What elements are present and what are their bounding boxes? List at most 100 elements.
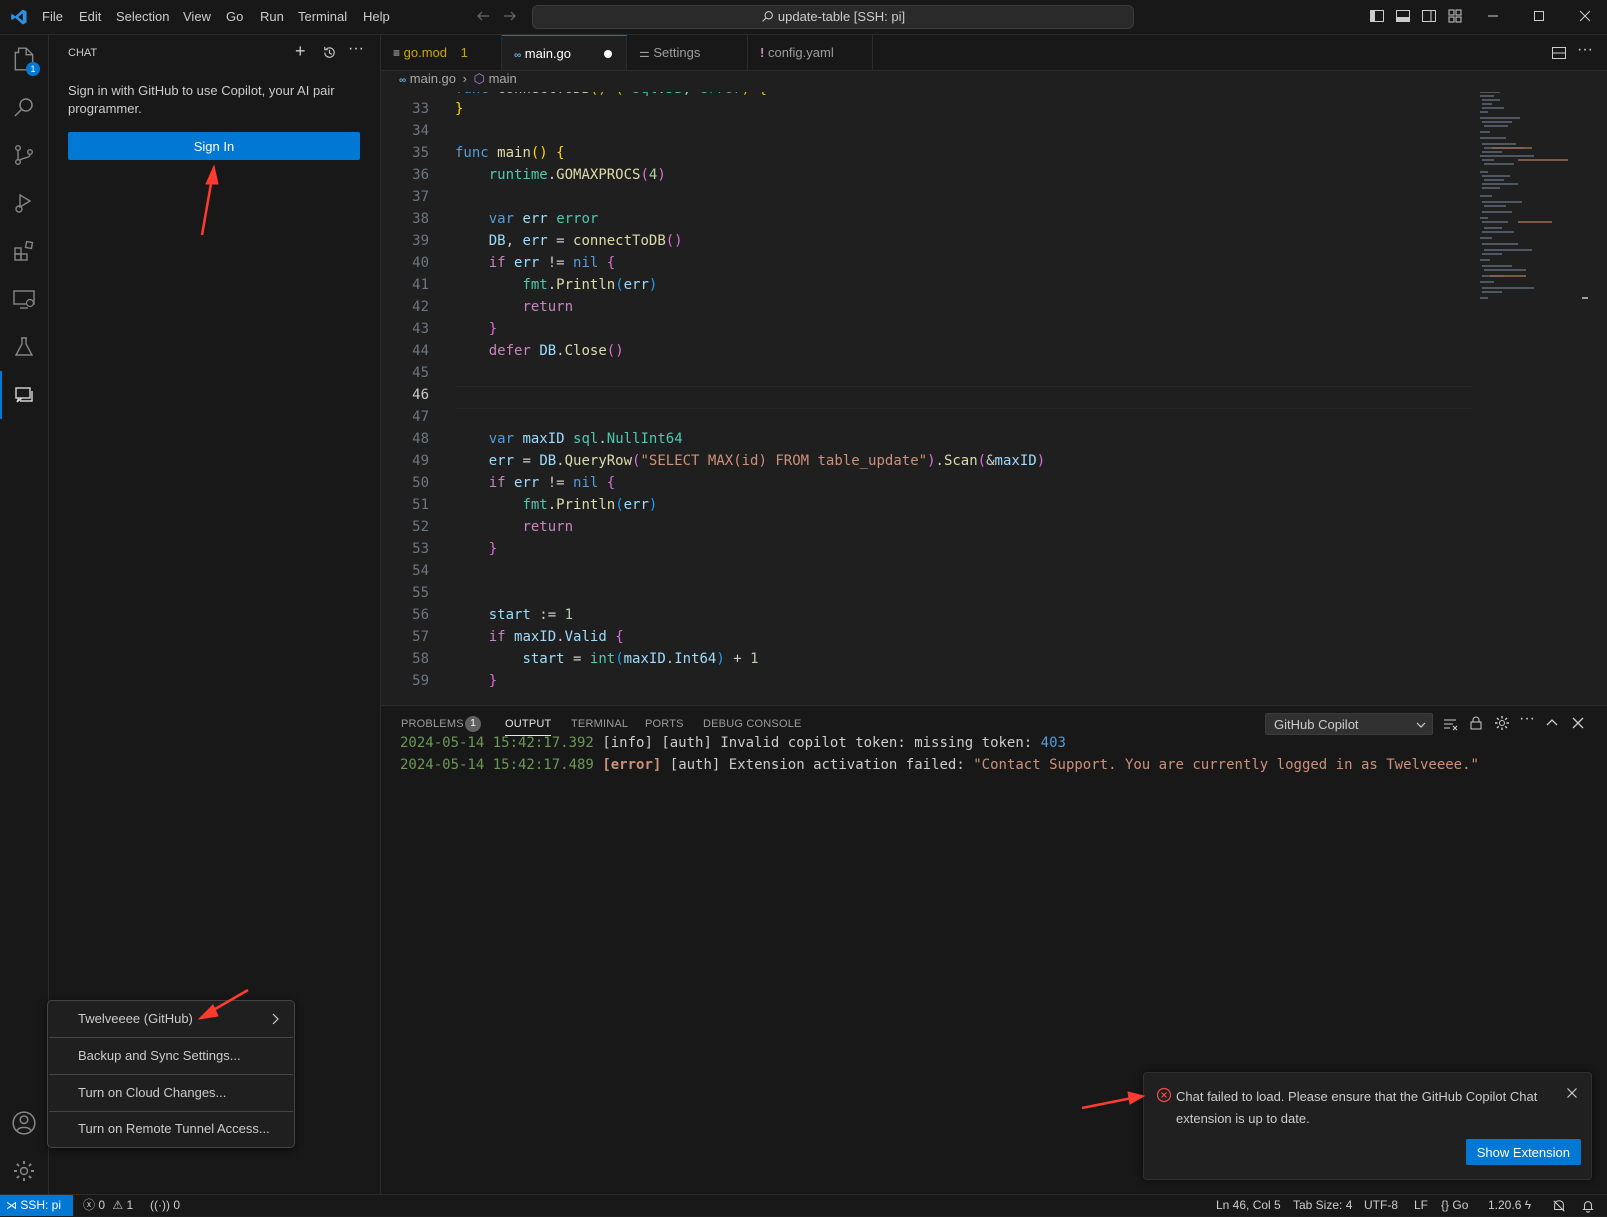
error-circle-icon — [1156, 1087, 1172, 1103]
line-number: 53 — [412, 541, 429, 557]
warnings-count: 1 — [126, 1198, 134, 1212]
title-bar: File Edit Selection View Go Run Terminal… — [0, 0, 1607, 35]
go-version-label: 1.20.6 — [1488, 1198, 1522, 1212]
extensions-icon[interactable] — [0, 227, 48, 275]
close-notification-icon[interactable] — [1566, 1087, 1578, 1099]
panel-tab-debug-console[interactable]: DEBUG CONSOLE — [703, 718, 802, 730]
history-icon[interactable] — [322, 45, 337, 60]
chevron-right-icon: › — [462, 71, 467, 86]
menu-item-github-account[interactable]: Twelveeee (GitHub) — [48, 1001, 294, 1037]
menu-edit[interactable]: Edit — [79, 9, 101, 24]
panel-tab-terminal[interactable]: TERMINAL — [571, 718, 628, 730]
encoding[interactable]: UTF-8 — [1364, 1195, 1398, 1216]
chat-title: CHAT — [68, 47, 98, 59]
lock-scroll-icon[interactable] — [1468, 715, 1484, 731]
end-of-line[interactable]: LF — [1414, 1195, 1428, 1216]
forward-arrow-icon[interactable] — [502, 8, 520, 26]
close-window-icon[interactable] — [1577, 8, 1595, 26]
remote-explorer-icon[interactable] — [0, 275, 48, 323]
line-number: 51 — [412, 497, 429, 513]
breadcrumb-symbol[interactable]: main — [489, 71, 517, 86]
back-arrow-icon[interactable] — [475, 8, 493, 26]
clear-output-icon[interactable] — [1442, 716, 1458, 732]
panel-tab-ports[interactable]: PORTS — [645, 718, 684, 730]
toggle-panel-icon[interactable] — [1395, 8, 1413, 26]
menu-terminal[interactable]: Terminal — [298, 9, 347, 24]
minimap[interactable] — [1478, 92, 1588, 704]
maximize-window-icon[interactable] — [1531, 8, 1549, 26]
maximize-panel-chevron-up-icon[interactable] — [1545, 716, 1559, 730]
menu-file[interactable]: File — [42, 9, 63, 24]
code-editor[interactable]: func connectToDB() (*sql.DB, error) { 33… — [381, 92, 1461, 704]
panel-tab-output[interactable]: OUTPUT — [505, 718, 552, 736]
output-channel-select[interactable]: GitHub Copilot — [1265, 713, 1433, 735]
line-number: 36 — [412, 167, 429, 183]
new-chat-plus-icon[interactable]: + — [295, 42, 306, 60]
menu-help[interactable]: Help — [363, 9, 390, 24]
remote-indicator[interactable]: ⋊ SSH: pi — [0, 1195, 73, 1216]
breadcrumb-file[interactable]: main.go — [410, 71, 456, 86]
sign-in-button[interactable]: Sign In — [68, 132, 360, 160]
menu-selection[interactable]: Selection — [116, 9, 169, 24]
cursor-position[interactable]: Ln 46, Col 5 — [1216, 1195, 1281, 1216]
menu-item-remote-tunnel[interactable]: Turn on Remote Tunnel Access... — [48, 1111, 294, 1147]
search-icon[interactable] — [0, 83, 48, 131]
code-line: start := 1 — [488, 607, 574, 623]
run-debug-icon[interactable] — [0, 179, 48, 227]
unsaved-dot-icon[interactable] — [604, 50, 612, 58]
show-extension-button[interactable]: Show Extension — [1465, 1139, 1581, 1165]
split-editor-icon[interactable] — [1551, 45, 1567, 61]
line-number: 43 — [412, 321, 429, 337]
menu-go[interactable]: Go — [226, 9, 243, 24]
code-line: fmt.Println(err) — [522, 277, 658, 293]
menu-view[interactable]: View — [183, 9, 211, 24]
toggle-primary-sidebar-icon[interactable] — [1369, 8, 1387, 26]
tab-config-yaml[interactable]: ! config.yaml — [748, 35, 873, 70]
ports-status[interactable]: ((·)) 0 — [150, 1195, 180, 1216]
tab-settings[interactable]: ⚌ Settings — [627, 35, 748, 70]
menu-item-backup-sync[interactable]: Backup and Sync Settings... — [48, 1038, 294, 1074]
accounts-icon[interactable] — [0, 1099, 48, 1147]
log-line: 2024-05-14 15:42:17.392 [info] [auth] In… — [400, 735, 1066, 751]
line-number: 46 — [412, 387, 429, 403]
menu-item-cloud-changes[interactable]: Turn on Cloud Changes... — [48, 1075, 294, 1111]
command-center[interactable]: update-table [SSH: pi] — [532, 5, 1134, 29]
explorer-icon[interactable]: 1 — [0, 35, 48, 83]
notifications-bell-icon[interactable] — [1581, 1199, 1595, 1213]
remote-icon: ⋊ — [6, 1200, 17, 1212]
language-mode[interactable]: {} Go — [1441, 1195, 1468, 1216]
braces-icon: {} — [1441, 1198, 1450, 1212]
panel-tab-problems[interactable]: PROBLEMS — [401, 718, 464, 730]
go-version[interactable]: 1.20.6 ϟ — [1488, 1195, 1531, 1216]
close-panel-icon[interactable] — [1571, 716, 1585, 730]
error-icon: ⓧ — [83, 1198, 96, 1212]
chat-icon[interactable] — [0, 371, 48, 419]
tab-main-go[interactable]: ∞ main.go — [502, 35, 627, 70]
tab-problem-count: 1 — [460, 45, 468, 60]
copilot-disabled-icon[interactable] — [1552, 1199, 1566, 1213]
code-line: } — [488, 673, 498, 689]
tab-label: go.mod — [403, 45, 448, 60]
panel-more-actions-icon[interactable]: ··· — [1519, 710, 1535, 728]
toggle-secondary-sidebar-icon[interactable] — [1421, 8, 1439, 26]
customize-layout-icon[interactable] — [1447, 8, 1465, 26]
code-line: } — [488, 541, 498, 557]
tab-go-mod[interactable]: ≡ go.mod 1 — [381, 35, 502, 70]
code-line: return — [522, 519, 574, 535]
menu-run[interactable]: Run — [260, 9, 284, 24]
problems-status[interactable]: ⓧ 0 ⚠ 1 — [83, 1195, 133, 1216]
explorer-badge: 1 — [26, 62, 40, 76]
testing-icon[interactable] — [0, 323, 48, 371]
tab-size[interactable]: Tab Size: 4 — [1293, 1195, 1352, 1216]
lightning-icon: ϟ — [1524, 1198, 1532, 1212]
more-actions-icon[interactable]: ··· — [348, 40, 364, 58]
output-settings-gear-icon[interactable] — [1494, 715, 1510, 731]
minimize-window-icon[interactable] — [1485, 8, 1503, 26]
line-number: 38 — [412, 211, 429, 227]
line-number: 55 — [412, 585, 429, 601]
editor-more-actions-icon[interactable]: ··· — [1577, 41, 1593, 59]
manage-gear-icon[interactable] — [0, 1147, 48, 1195]
source-control-icon[interactable] — [0, 131, 48, 179]
vscode-logo-icon — [11, 9, 27, 25]
code-line: if maxID.Valid { — [488, 629, 624, 645]
